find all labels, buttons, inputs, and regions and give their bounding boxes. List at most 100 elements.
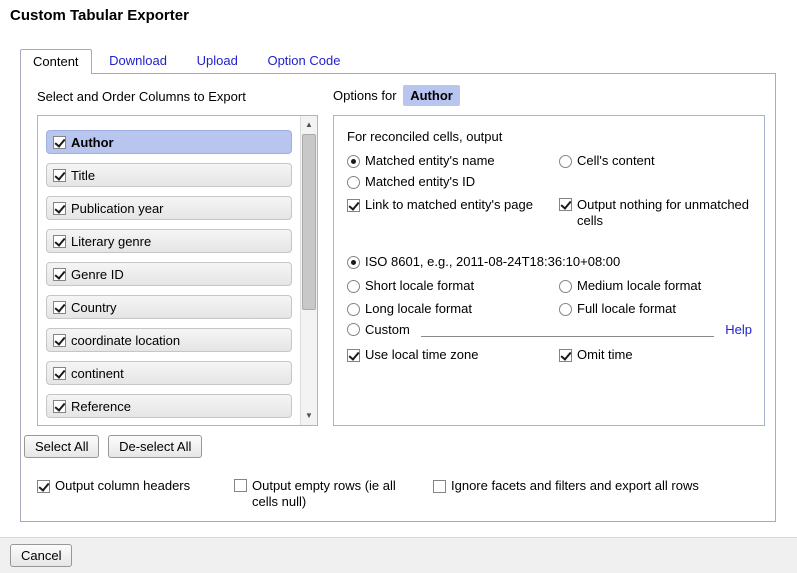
iso-8601-label: ISO 8601, e.g., 2011-08-24T18:36:10+08:0…	[365, 254, 620, 270]
dialog-title: Custom Tabular Exporter	[10, 7, 189, 24]
output-empty-rows-option[interactable]: Output empty rows (ie all cells null)	[234, 478, 412, 510]
scroll-down-icon[interactable]: ▼	[301, 408, 317, 424]
options-heading: Options for Author	[333, 85, 460, 106]
column-checkbox[interactable]	[53, 169, 66, 182]
column-item-literary-genre[interactable]: Literary genre	[46, 229, 292, 253]
column-checkbox[interactable]	[53, 400, 66, 413]
custom-format-input[interactable]	[421, 321, 714, 337]
column-label: Reference	[71, 399, 131, 414]
output-empty-rows-label: Output empty rows (ie all cells null)	[252, 478, 412, 510]
cells-content-option[interactable]: Cell's content	[559, 153, 655, 169]
column-item-country[interactable]: Country	[46, 295, 292, 319]
column-checkbox[interactable]	[53, 367, 66, 380]
column-options-panel: For reconciled cells, output Matched ent…	[333, 115, 765, 426]
column-item-genre-id[interactable]: Genre ID	[46, 262, 292, 286]
tab-download[interactable]: Download	[97, 49, 179, 74]
short-locale-radio[interactable]	[347, 280, 360, 293]
help-link[interactable]: Help	[725, 322, 752, 337]
selected-column-badge: Author	[403, 85, 460, 106]
full-locale-option[interactable]: Full locale format	[559, 301, 676, 317]
output-column-headers-label: Output column headers	[55, 478, 190, 494]
custom-tabular-exporter-dialog: Custom Tabular Exporter Content Download…	[0, 0, 797, 573]
custom-format-row: Custom Help	[347, 321, 752, 337]
reconciled-cells-heading: For reconciled cells, output	[347, 129, 502, 144]
long-locale-option[interactable]: Long locale format	[347, 301, 472, 317]
long-locale-radio[interactable]	[347, 303, 360, 316]
ignore-facets-checkbox[interactable]	[433, 480, 446, 493]
use-local-timezone-label: Use local time zone	[365, 347, 478, 363]
options-heading-prefix: Options for	[333, 88, 397, 103]
column-item-author[interactable]: Author	[46, 130, 292, 154]
column-item-reference[interactable]: Reference	[46, 394, 292, 418]
column-label: continent	[71, 366, 124, 381]
tab-content[interactable]: Content	[20, 49, 92, 74]
iso-8601-radio[interactable]	[347, 256, 360, 269]
content-tab-panel: Select and Order Columns to Export Optio…	[20, 73, 776, 522]
matched-entity-id-option[interactable]: Matched entity's ID	[347, 174, 475, 190]
column-label: coordinate location	[71, 333, 180, 348]
link-matched-entity-option[interactable]: Link to matched entity's page	[347, 197, 533, 213]
column-label: Publication year	[71, 201, 164, 216]
custom-format-radio[interactable]	[347, 323, 360, 336]
column-label: Title	[71, 168, 95, 183]
link-matched-entity-label: Link to matched entity's page	[365, 197, 533, 213]
medium-locale-label: Medium locale format	[577, 278, 701, 294]
output-nothing-unmatched-checkbox[interactable]	[559, 198, 572, 211]
matched-entity-id-label: Matched entity's ID	[365, 174, 475, 190]
medium-locale-option[interactable]: Medium locale format	[559, 278, 701, 294]
dialog-footer: Cancel	[0, 537, 797, 573]
link-matched-entity-checkbox[interactable]	[347, 199, 360, 212]
use-local-timezone-option[interactable]: Use local time zone	[347, 347, 478, 363]
column-checkbox[interactable]	[53, 268, 66, 281]
output-nothing-unmatched-option[interactable]: Output nothing for unmatched cells	[559, 197, 759, 229]
short-locale-option[interactable]: Short locale format	[347, 278, 474, 294]
column-checkbox[interactable]	[53, 301, 66, 314]
column-checkbox[interactable]	[53, 202, 66, 215]
column-item-title[interactable]: Title	[46, 163, 292, 187]
output-column-headers-checkbox[interactable]	[37, 480, 50, 493]
full-locale-radio[interactable]	[559, 303, 572, 316]
ignore-facets-label: Ignore facets and filters and export all…	[451, 478, 699, 494]
scroll-up-icon[interactable]: ▲	[301, 117, 317, 133]
tab-option-code[interactable]: Option Code	[255, 49, 352, 74]
scrollbar-thumb[interactable]	[302, 134, 316, 310]
long-locale-label: Long locale format	[365, 301, 472, 317]
full-locale-label: Full locale format	[577, 301, 676, 317]
use-local-timezone-checkbox[interactable]	[347, 349, 360, 362]
column-list-items: Author Title Publication year Literary g…	[38, 116, 300, 425]
cells-content-label: Cell's content	[577, 153, 655, 169]
column-item-coordinate-location[interactable]: coordinate location	[46, 328, 292, 352]
matched-entity-name-radio[interactable]	[347, 155, 360, 168]
column-label: Genre ID	[71, 267, 124, 282]
iso-8601-option[interactable]: ISO 8601, e.g., 2011-08-24T18:36:10+08:0…	[347, 254, 620, 270]
column-checkbox[interactable]	[53, 334, 66, 347]
select-all-button[interactable]: Select All	[24, 435, 99, 458]
ignore-facets-option[interactable]: Ignore facets and filters and export all…	[433, 478, 699, 494]
custom-format-label: Custom	[365, 322, 410, 337]
cells-content-radio[interactable]	[559, 155, 572, 168]
tab-bar: Content Download Upload Option Code	[20, 49, 354, 74]
matched-entity-name-label: Matched entity's name	[365, 153, 495, 169]
matched-entity-id-radio[interactable]	[347, 176, 360, 189]
column-checkbox[interactable]	[53, 235, 66, 248]
column-item-publication-year[interactable]: Publication year	[46, 196, 292, 220]
matched-entity-name-option[interactable]: Matched entity's name	[347, 153, 495, 169]
omit-time-option[interactable]: Omit time	[559, 347, 633, 363]
column-label: Country	[71, 300, 117, 315]
tab-upload[interactable]: Upload	[185, 49, 250, 74]
column-list: Author Title Publication year Literary g…	[37, 115, 318, 426]
column-item-continent[interactable]: continent	[46, 361, 292, 385]
column-label: Literary genre	[71, 234, 151, 249]
short-locale-label: Short locale format	[365, 278, 474, 294]
list-buttons: Select All De-select All	[24, 435, 207, 458]
column-checkbox[interactable]	[53, 136, 66, 149]
column-list-scrollbar[interactable]: ▲ ▼	[300, 116, 317, 425]
cancel-button[interactable]: Cancel	[10, 544, 72, 567]
columns-heading: Select and Order Columns to Export	[37, 89, 246, 104]
output-column-headers-option[interactable]: Output column headers	[37, 478, 190, 494]
omit-time-label: Omit time	[577, 347, 633, 363]
deselect-all-button[interactable]: De-select All	[108, 435, 202, 458]
medium-locale-radio[interactable]	[559, 280, 572, 293]
omit-time-checkbox[interactable]	[559, 349, 572, 362]
output-empty-rows-checkbox[interactable]	[234, 479, 247, 492]
